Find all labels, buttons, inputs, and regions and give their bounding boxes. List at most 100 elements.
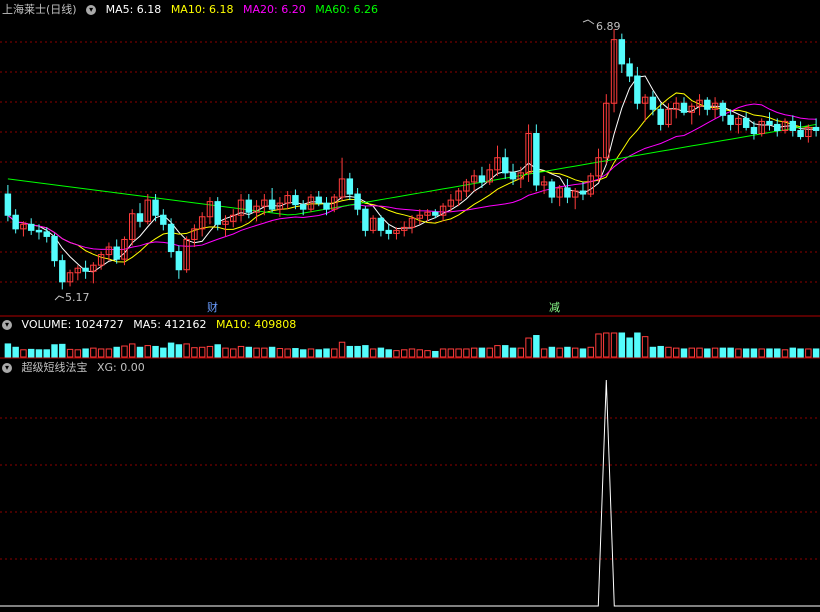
ma5-line bbox=[7, 75, 817, 273]
volume-bar bbox=[160, 347, 167, 358]
candle-body bbox=[509, 172, 517, 180]
volume-bar bbox=[548, 346, 556, 358]
volume-bar bbox=[74, 349, 82, 358]
low-marker-arrow bbox=[54, 295, 65, 301]
grid-lines bbox=[0, 41, 820, 560]
low-price-marker: 5.17 bbox=[65, 291, 90, 304]
volume-bar bbox=[331, 348, 338, 358]
volume-bar bbox=[152, 345, 159, 358]
volume-bar bbox=[346, 345, 354, 358]
candle-body bbox=[160, 214, 167, 225]
candle-body bbox=[704, 99, 711, 110]
volume-bar bbox=[59, 343, 66, 358]
candle-body bbox=[533, 133, 540, 186]
volume-bar bbox=[649, 346, 657, 358]
candle-body bbox=[136, 213, 144, 222]
candle-body bbox=[626, 63, 633, 77]
high-marker-arrow bbox=[582, 19, 595, 25]
volume-bar bbox=[284, 348, 291, 358]
moving-averages bbox=[7, 75, 817, 273]
volume-bar bbox=[12, 346, 19, 358]
volume-bar bbox=[362, 345, 369, 358]
volume-bar bbox=[369, 348, 377, 358]
volume-bar bbox=[618, 332, 626, 358]
volume-bar bbox=[4, 343, 12, 358]
volume-bar bbox=[323, 348, 330, 358]
high-price-marker: 6.89 bbox=[596, 20, 621, 33]
volume-bar bbox=[673, 347, 680, 358]
candle-body bbox=[323, 202, 330, 210]
candle-body bbox=[214, 201, 221, 225]
volume-bar bbox=[35, 349, 43, 358]
event-marker-cai[interactable]: 财 bbox=[207, 300, 218, 314]
volume-bar bbox=[385, 349, 392, 358]
volume-bar bbox=[727, 347, 734, 358]
volume-bar bbox=[634, 332, 641, 358]
volume-bar bbox=[276, 348, 284, 358]
candle-body bbox=[27, 223, 35, 231]
volume-bar bbox=[299, 349, 307, 358]
volume-bar bbox=[494, 345, 501, 358]
volume-bar bbox=[268, 346, 276, 358]
candle-body bbox=[175, 251, 183, 271]
volume-bar bbox=[222, 347, 229, 358]
candle-body bbox=[502, 157, 509, 174]
candle-body bbox=[152, 199, 159, 216]
event-marker-jian[interactable]: 减 bbox=[549, 301, 560, 314]
volume-bar bbox=[292, 348, 299, 358]
volume-bar bbox=[571, 347, 579, 358]
volume-bar bbox=[261, 347, 268, 358]
volume-bar bbox=[688, 347, 695, 358]
candle-body bbox=[812, 126, 820, 131]
candle-body bbox=[774, 123, 781, 131]
volume-bar bbox=[136, 346, 144, 358]
volume-bar bbox=[766, 348, 773, 358]
volume-bar bbox=[781, 349, 789, 358]
volume-bar bbox=[408, 348, 416, 358]
volume-bar bbox=[595, 333, 602, 358]
volume-bar bbox=[525, 337, 532, 358]
candle-body bbox=[680, 102, 688, 113]
volume-bar bbox=[797, 348, 804, 358]
volume-bar bbox=[657, 345, 664, 358]
candle-body bbox=[167, 223, 175, 253]
volume-bar bbox=[704, 348, 711, 358]
candle-body bbox=[43, 231, 50, 237]
xg-signal-line bbox=[0, 379, 820, 607]
volume-bar bbox=[198, 346, 206, 358]
stock-chart[interactable]: 6.89 5.17 财 减 bbox=[0, 0, 820, 612]
candle-body bbox=[245, 199, 253, 213]
candlesticks bbox=[4, 29, 820, 290]
volume-bar bbox=[113, 346, 120, 358]
candle-body bbox=[12, 214, 19, 230]
volume-bar bbox=[774, 348, 781, 358]
candle-body bbox=[548, 181, 556, 198]
candle-body bbox=[432, 211, 439, 216]
volume-bar bbox=[307, 348, 315, 358]
candle-body bbox=[649, 96, 657, 110]
volume-bar bbox=[237, 345, 245, 358]
candle-body bbox=[766, 120, 773, 125]
candle-body bbox=[564, 187, 571, 198]
volume-bar bbox=[641, 336, 649, 358]
volume-bar bbox=[502, 345, 509, 358]
candle-body bbox=[315, 196, 322, 204]
volume-bar bbox=[447, 348, 455, 358]
volume-bar bbox=[533, 335, 540, 358]
candle-body bbox=[385, 229, 392, 234]
volume-bar bbox=[486, 347, 493, 358]
volume-bar bbox=[665, 346, 672, 358]
ma60-line bbox=[7, 123, 817, 216]
candle-body bbox=[727, 114, 734, 125]
candle-body bbox=[579, 190, 587, 195]
volume-bar bbox=[719, 347, 727, 358]
volume-bar bbox=[587, 346, 594, 358]
candle-body bbox=[4, 193, 12, 216]
volume-bar bbox=[556, 347, 563, 358]
volume-bar bbox=[735, 348, 742, 358]
volume-bar bbox=[82, 348, 89, 358]
volume-bar bbox=[66, 348, 74, 358]
volume-bar bbox=[540, 348, 548, 358]
candle-body bbox=[299, 204, 307, 210]
volume-bar bbox=[463, 348, 470, 358]
